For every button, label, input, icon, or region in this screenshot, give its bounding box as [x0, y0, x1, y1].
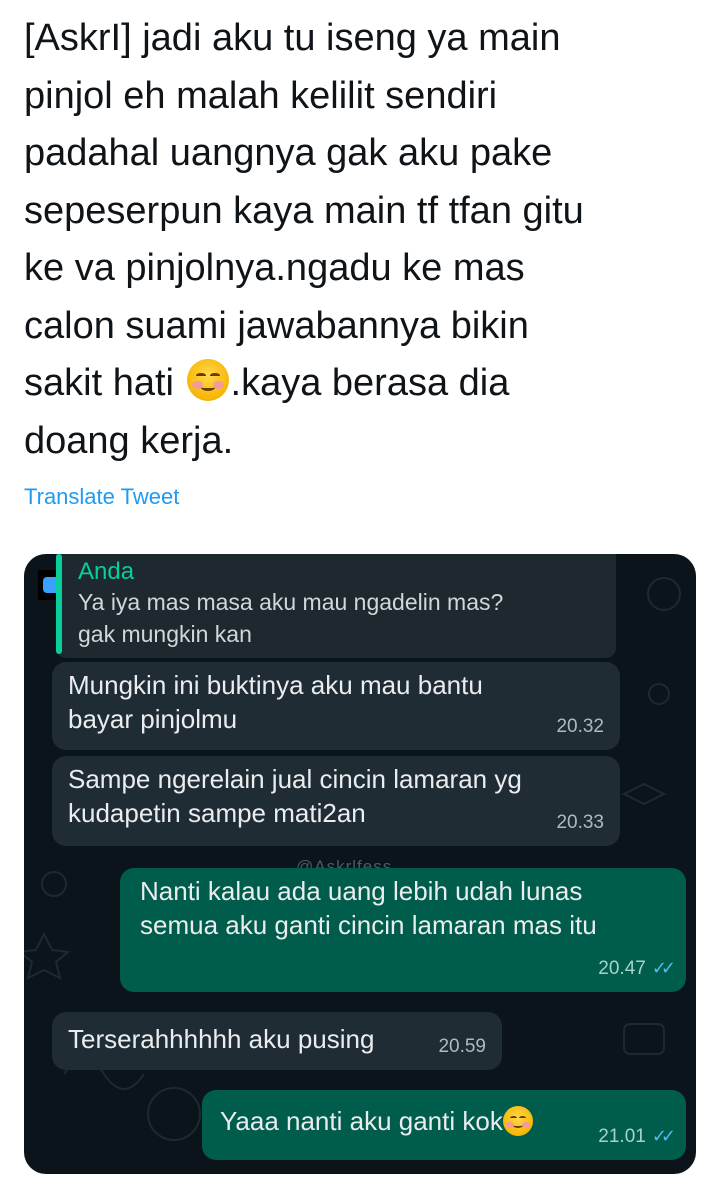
chat-screenshot: Anda Ya iya mas masa aku mau ngadelin ma…: [24, 554, 696, 1174]
quoted-text: Ya iya mas masa aku mau ngadelin mas? ga…: [78, 589, 504, 647]
message-time: 21.01: [598, 1126, 646, 1147]
translate-tweet-link[interactable]: Translate Tweet: [24, 484, 179, 510]
message-text: Nanti kalau ada uang lebih udah lunas se…: [140, 876, 597, 940]
message-time: 20.47: [598, 958, 646, 979]
tweet-text-part1: [AskrI] jadi aku tu iseng ya main pinjol…: [24, 17, 584, 404]
double-check-icon: ✓✓: [651, 958, 676, 978]
message-bubble-incoming[interactable]: Mungkin ini buktinya aku mau bantu bayar…: [52, 662, 620, 750]
tweet-text: [AskrI] jadi aku tu iseng ya main pinjol…: [24, 10, 704, 470]
message-time: 20.59: [438, 1036, 486, 1057]
message-bubble-incoming[interactable]: Terserahhhhhh aku pusing 20.59: [52, 1012, 502, 1070]
message-text: Sampe ngerelain jual cincin lamaran yg k…: [68, 764, 522, 828]
blushing-smile-emoji-icon: [186, 359, 229, 401]
quoted-message[interactable]: Anda Ya iya mas masa aku mau ngadelin ma…: [56, 554, 616, 658]
blushing-smile-emoji-icon: [502, 1106, 533, 1136]
message-text: Mungkin ini buktinya aku mau bantu bayar…: [68, 670, 483, 734]
message-time: 20.32: [556, 716, 604, 737]
message-bubble-outgoing[interactable]: Yaaa nanti aku ganti kok 21.01 ✓✓: [202, 1090, 686, 1160]
message-time: 20.33: [556, 812, 604, 833]
message-time-with-ticks: 21.01 ✓✓: [598, 1119, 676, 1154]
quoted-sender: Anda: [78, 558, 135, 585]
message-bubble-outgoing[interactable]: Nanti kalau ada uang lebih udah lunas se…: [120, 868, 686, 992]
double-check-icon: ✓✓: [651, 1126, 676, 1146]
message-text: Yaaa nanti aku ganti kok: [220, 1106, 503, 1136]
quote-accent-bar: [56, 554, 62, 654]
message-bubble-incoming[interactable]: Sampe ngerelain jual cincin lamaran yg k…: [52, 756, 620, 846]
message-time-with-ticks: 20.47 ✓✓: [598, 951, 676, 986]
message-text: Terserahhhhhh aku pusing: [68, 1024, 375, 1054]
